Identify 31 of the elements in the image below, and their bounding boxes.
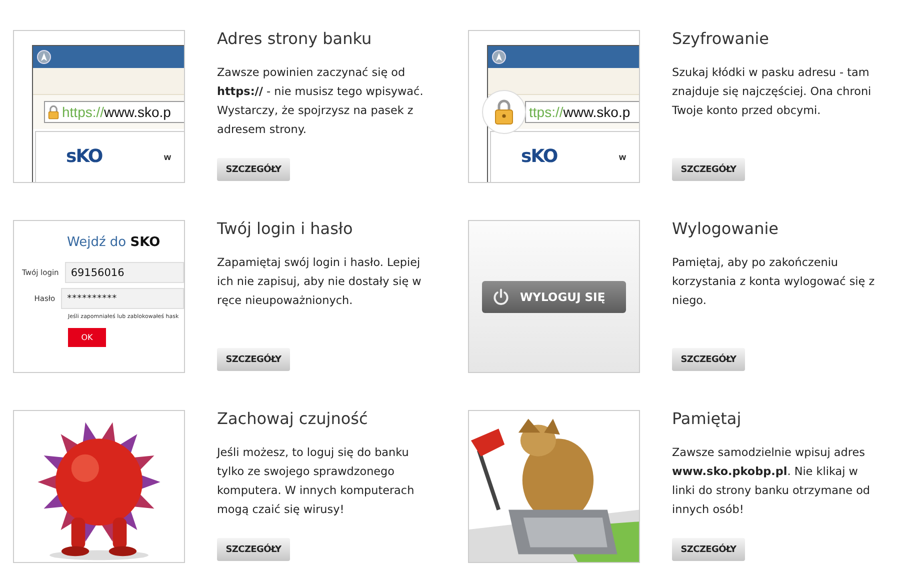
side-text: w xyxy=(619,152,626,162)
cursor-icon xyxy=(37,50,51,64)
details-button[interactable]: SZCZEGÓŁY xyxy=(217,538,290,561)
card-description: Pamiętaj, aby po zakończeniu korzystania z konta wylogować się z niego. xyxy=(672,255,876,309)
card-description: Jeśli możesz, to loguj się do banku tylko ze swojego sprawdzonego komputera. W innych komputerach mogą czaić się wirusy! xyxy=(217,445,416,518)
card-description: Zawsze powinien zaczynać się od https:// - nie musisz tego wpisywać. Wystarczy, że spojrzysz na pasek z adresem strony. xyxy=(217,65,424,138)
details-button[interactable]: SZCZEGÓŁY xyxy=(217,158,290,181)
card-title: Zachowaj czujność xyxy=(217,409,369,428)
details-button[interactable]: SZCZEGÓŁY xyxy=(672,538,745,561)
card-title: Adres strony banku xyxy=(217,29,373,48)
password-field: ********** xyxy=(61,288,184,309)
logo-text: sKO xyxy=(521,146,558,167)
power-icon xyxy=(492,288,510,306)
url-text: https://www.sko.p xyxy=(62,104,171,120)
card-title: Twój login i hasło xyxy=(217,219,354,238)
details-button[interactable]: SZCZEGÓŁY xyxy=(217,348,290,371)
card-title: Pamiętaj xyxy=(672,409,742,428)
logo-text: sKO xyxy=(66,146,102,167)
padlock-icon xyxy=(494,99,514,125)
side-text: w xyxy=(164,152,172,162)
login-field: 69156016 xyxy=(64,262,184,283)
card-description: Zawsze samodzielnie wpisuj adres www.sko.pkobp.pl. Nie klikaj w linki do strony banku otrzymane od innych osób! xyxy=(672,445,872,518)
details-button[interactable]: SZCZEGÓŁY xyxy=(672,158,745,181)
login-heading: Wejdź do SKO xyxy=(67,235,162,250)
card-description: Zapamiętaj swój login i hasło. Lepiej ich nie zapisuj, aby nie dostały się w ręce nieupoważnionych. xyxy=(217,255,422,309)
details-button[interactable]: SZCZEGÓŁY xyxy=(672,348,745,371)
card-title: Wylogowanie xyxy=(672,219,780,238)
card-description: Szukaj kłódki w pasku adresu - tam znajduje się najczęściej. Ona chroni Twoje konto przed obcymi. xyxy=(672,65,872,119)
cursor-icon xyxy=(492,50,506,64)
url-text: ttps://www.sko.p xyxy=(529,104,630,120)
card-title: Szyfrowanie xyxy=(672,29,770,48)
